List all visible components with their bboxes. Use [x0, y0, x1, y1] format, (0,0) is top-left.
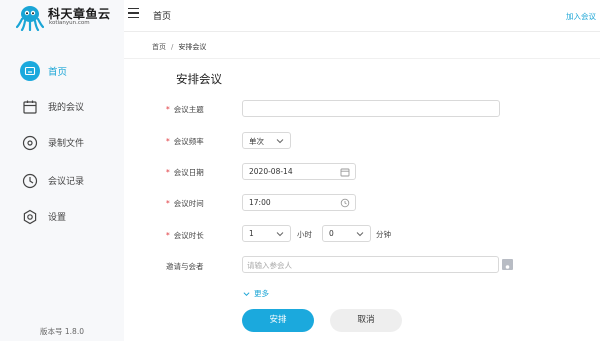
sidebar-item-settings[interactable]: 设置 — [0, 204, 124, 230]
frequency-label: * 会议频率 — [166, 137, 204, 146]
required-asterisk: * — [166, 231, 170, 240]
invite-input[interactable]: 请输入参会人 — [242, 256, 499, 273]
date-value: 2020-08-14 — [249, 167, 293, 176]
time-picker[interactable]: 17:00 — [242, 194, 356, 211]
frequency-value: 单次 — [249, 137, 264, 146]
duration-label: * 会议时长 — [166, 231, 204, 240]
sidebar-item-home[interactable]: 首页 — [0, 58, 124, 84]
invite-placeholder: 请输入参会人 — [247, 261, 292, 270]
sidebar-item-my-meetings[interactable]: 我的会议 — [0, 94, 124, 120]
more-options-toggle[interactable]: 更多 — [243, 288, 269, 299]
sidebar-item-recordings[interactable]: 录制文件 — [0, 130, 124, 156]
invite-label: 邀请与会者 — [166, 262, 204, 271]
cancel-button[interactable]: 取消 — [330, 309, 402, 332]
required-asterisk: * — [166, 105, 170, 114]
menu-toggle-button[interactable] — [128, 8, 140, 20]
form-title: 安排会议 — [176, 72, 222, 86]
breadcrumb-home-link[interactable]: 首页 — [152, 43, 166, 51]
calendar-icon — [23, 100, 37, 114]
sidebar: 科天章鱼云 kotianyun.com 首页 我的会议 录制文件 会议记录 设置… — [0, 0, 124, 341]
chevron-down-icon — [276, 139, 284, 144]
sidebar-item-label: 首页 — [48, 67, 68, 78]
version-label: 版本号 1.8.0 — [40, 327, 84, 336]
sidebar-item-label: 录制文件 — [48, 139, 85, 149]
chevron-down-icon — [356, 232, 364, 237]
sidebar-item-label: 会议记录 — [48, 177, 85, 187]
person-icon — [504, 265, 511, 273]
duration-minutes-select[interactable]: 0 — [322, 225, 371, 242]
clock-icon — [22, 173, 38, 189]
duration-minutes-value: 0 — [329, 229, 334, 238]
topic-input[interactable] — [242, 100, 500, 117]
octopus-logo-icon — [16, 6, 44, 31]
chevron-down-icon — [276, 232, 284, 237]
breadcrumb-separator: / — [171, 43, 174, 51]
minutes-unit: 分钟 — [376, 230, 391, 239]
date-picker[interactable]: 2020-08-14 — [242, 163, 356, 180]
date-label: * 会议日期 — [166, 168, 204, 177]
home-icon — [20, 61, 40, 81]
header-divider — [124, 31, 600, 32]
breadcrumb-divider — [124, 58, 600, 59]
topic-label: * 会议主题 — [166, 105, 204, 114]
sidebar-item-meeting-records[interactable]: 会议记录 — [0, 168, 124, 194]
gear-icon — [23, 209, 37, 225]
schedule-button[interactable]: 安排 — [242, 309, 314, 332]
app-window: 科天章鱼云 kotianyun.com 首页 我的会议 录制文件 会议记录 设置… — [0, 0, 600, 341]
logo-domain: kotianyun.com — [49, 20, 90, 26]
page-header-title: 首页 — [153, 12, 172, 22]
add-contact-button[interactable] — [502, 259, 513, 273]
sidebar-item-label: 我的会议 — [48, 103, 85, 113]
required-asterisk: * — [166, 137, 170, 146]
sidebar-item-label: 设置 — [48, 213, 67, 223]
duration-hours-value: 1 — [249, 229, 254, 238]
time-value: 17:00 — [249, 198, 271, 207]
hours-unit: 小时 — [297, 230, 312, 239]
breadcrumb: 首页 / 安排会议 — [152, 42, 206, 52]
breadcrumb-current: 安排会议 — [178, 43, 207, 51]
required-asterisk: * — [166, 199, 170, 208]
join-meeting-link[interactable]: 加入会议 — [566, 11, 596, 22]
logo: 科天章鱼云 kotianyun.com — [16, 3, 124, 31]
time-label: * 会议时间 — [166, 199, 204, 208]
frequency-select[interactable]: 单次 — [242, 132, 291, 149]
required-asterisk: * — [166, 168, 170, 177]
duration-hours-select[interactable]: 1 — [242, 225, 291, 242]
calendar-icon — [340, 168, 350, 177]
record-icon — [22, 135, 38, 151]
clock-icon — [340, 198, 350, 208]
chevron-down-icon — [243, 292, 250, 297]
